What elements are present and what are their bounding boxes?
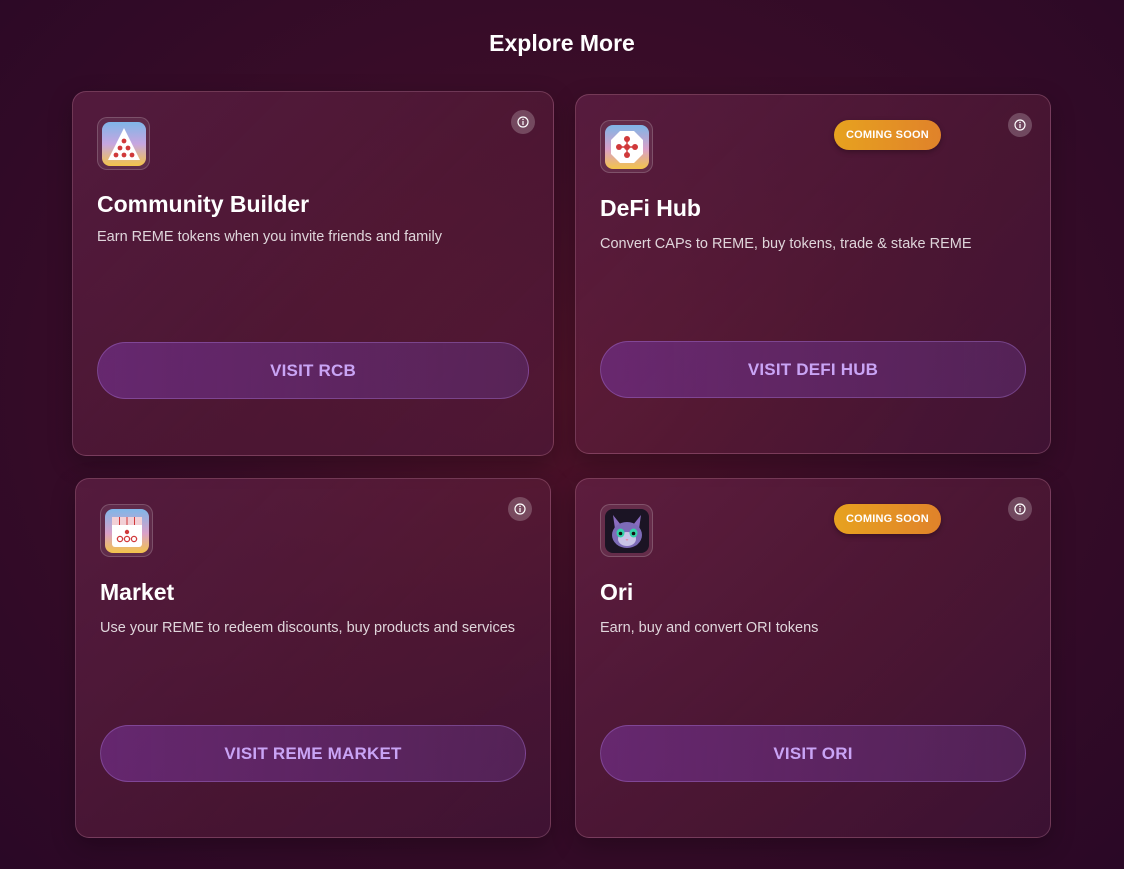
card-defi-hub: COMING SOON DeFi Hub Convert CAPs to REM…	[575, 94, 1051, 454]
visit-ori-button[interactable]: VISIT ORI	[600, 725, 1026, 782]
card-description: Convert CAPs to REME, buy tokens, trade …	[600, 236, 972, 252]
page-title: Explore More	[489, 30, 635, 56]
card-description: Earn REME tokens when you invite friends…	[97, 229, 442, 245]
ori-cat-icon	[600, 504, 653, 557]
card-title: Market	[100, 579, 175, 605]
info-icon[interactable]	[1008, 113, 1032, 137]
card-market: Market Use your REME to redeem discounts…	[75, 478, 551, 838]
visit-rcb-button[interactable]: VISIT RCB	[97, 342, 529, 399]
defi-hub-icon	[600, 120, 653, 173]
card-description: Use your REME to redeem discounts, buy p…	[100, 620, 516, 636]
coming-soon-badge: COMING SOON	[834, 120, 941, 150]
visit-defi-hub-button[interactable]: VISIT DEFI HUB	[600, 341, 1026, 398]
card-description: Earn, buy and convert ORI tokens	[600, 620, 819, 636]
card-title: Ori	[600, 579, 634, 605]
card-community-builder: Community Builder Earn REME tokens when …	[72, 91, 554, 456]
card-title: Community Builder	[97, 191, 310, 217]
info-icon[interactable]	[508, 497, 532, 521]
card-ori: COMING SOON Ori Earn, buy and convert OR…	[575, 478, 1051, 838]
coming-soon-badge: COMING SOON	[834, 504, 941, 534]
market-icon	[100, 504, 153, 557]
info-icon[interactable]	[1008, 497, 1032, 521]
community-builder-icon	[97, 117, 150, 170]
info-icon[interactable]	[511, 110, 535, 134]
visit-reme-market-button[interactable]: VISIT REME MARKET	[100, 725, 526, 782]
card-title: DeFi Hub	[600, 195, 701, 221]
